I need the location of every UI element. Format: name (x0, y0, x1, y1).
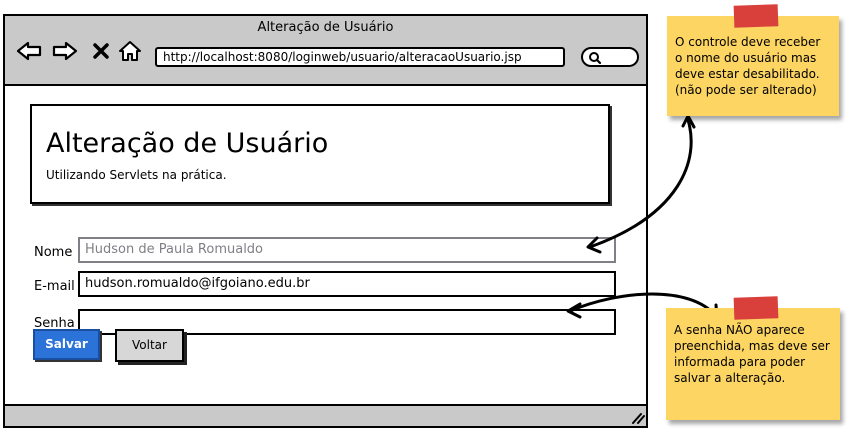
arrow-to-nome (588, 118, 693, 249)
note-tape-bottom (733, 296, 779, 320)
note-senha-text: A senha NÃO aparece preenchida, mas deve… (674, 323, 830, 385)
note-nome-text: O controle deve receber o nome do usuári… (675, 35, 821, 97)
note-tape-top (733, 4, 779, 28)
note-nome-disabled: O controle deve receber o nome do usuári… (667, 16, 839, 116)
note-senha: A senha NÃO aparece preenchida, mas deve… (666, 308, 840, 420)
